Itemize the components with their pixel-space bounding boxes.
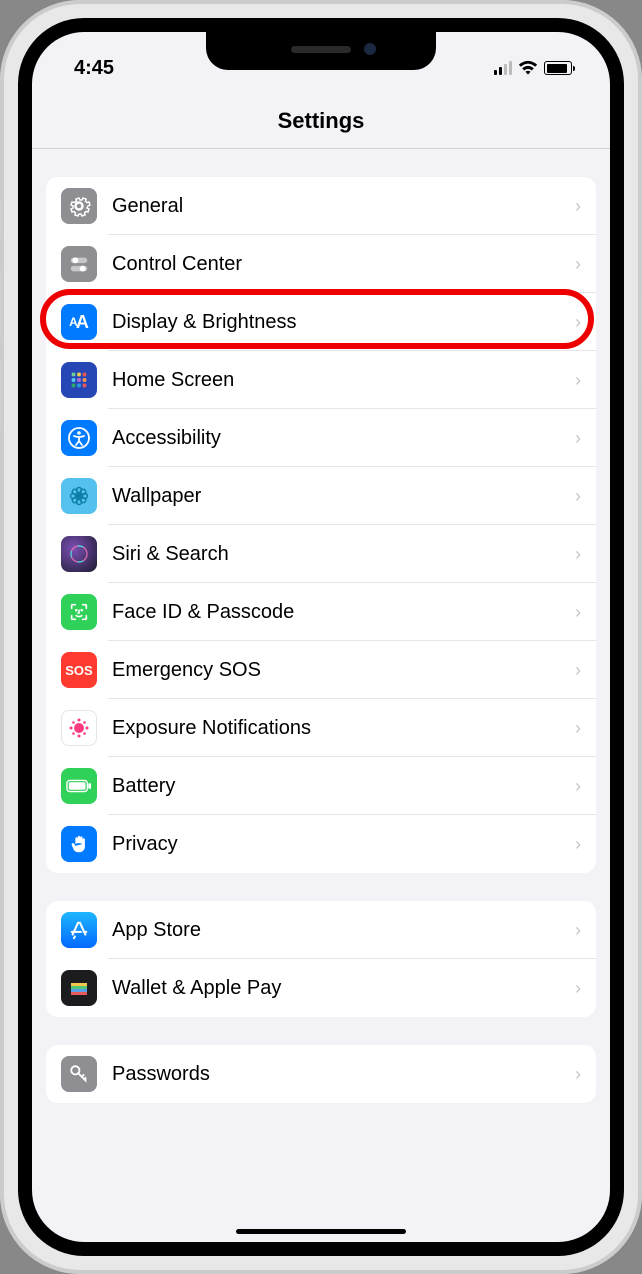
chevron-right-icon: › [575,776,581,797]
mute-switch [0,200,1,238]
row-wallpaper[interactable]: Wallpaper › [46,467,596,525]
row-passwords[interactable]: Passwords › [46,1045,596,1103]
chevron-right-icon: › [575,196,581,217]
siri-icon [61,536,97,572]
chevron-right-icon: › [575,544,581,565]
volume-down-button [0,360,1,430]
notch [206,32,436,70]
row-label: Battery [112,775,575,798]
page-title: Settings [32,88,610,149]
flower-icon [61,478,97,514]
battery-icon [61,768,97,804]
phone-frame: 4:45 Settings [0,0,642,1274]
screen: 4:45 Settings [32,32,610,1242]
chevron-right-icon: › [575,718,581,739]
row-control-center[interactable]: Control Center › [46,235,596,293]
chevron-right-icon: › [575,1064,581,1085]
textsize-icon: AA [61,304,97,340]
wifi-icon [518,60,538,76]
chevron-right-icon: › [575,428,581,449]
row-label: Face ID & Passcode [112,601,575,624]
row-general[interactable]: General › [46,177,596,235]
row-label: Passwords [112,1063,575,1086]
row-label: Emergency SOS [112,659,575,682]
chevron-right-icon: › [575,370,581,391]
chevron-right-icon: › [575,660,581,681]
row-battery[interactable]: Battery › [46,757,596,815]
row-label: Wallet & Apple Pay [112,977,575,1000]
row-siri-search[interactable]: Siri & Search › [46,525,596,583]
cellular-signal-icon [494,61,512,75]
chevron-right-icon: › [575,602,581,623]
row-display-brightness[interactable]: AA Display & Brightness › [46,293,596,351]
chevron-right-icon: › [575,254,581,275]
settings-group: General › Control Center › AA [46,177,596,873]
home-indicator[interactable] [236,1229,406,1234]
row-home-screen[interactable]: Home Screen › [46,351,596,409]
battery-icon [544,61,572,75]
row-label: Accessibility [112,427,575,450]
gear-icon [61,188,97,224]
row-exposure-notifications[interactable]: Exposure Notifications › [46,699,596,757]
row-label: General [112,195,575,218]
row-label: Siri & Search [112,543,575,566]
speaker [291,46,351,53]
key-icon [61,1056,97,1092]
row-emergency-sos[interactable]: SOS Emergency SOS › [46,641,596,699]
row-app-store[interactable]: App Store › [46,901,596,959]
hand-icon [61,826,97,862]
row-label: Wallpaper [112,485,575,508]
settings-list[interactable]: General › Control Center › AA [32,149,610,1239]
row-wallet-applepay[interactable]: Wallet & Apple Pay › [46,959,596,1017]
toggles-icon [61,246,97,282]
settings-group: Passwords › [46,1045,596,1103]
sos-icon: SOS [61,652,97,688]
row-faceid-passcode[interactable]: Face ID & Passcode › [46,583,596,641]
accessibility-icon [61,420,97,456]
row-privacy[interactable]: Privacy › [46,815,596,873]
chevron-right-icon: › [575,486,581,507]
faceid-icon [61,594,97,630]
row-label: App Store [112,919,575,942]
row-accessibility[interactable]: Accessibility › [46,409,596,467]
phone-bezel: 4:45 Settings [18,18,624,1256]
exposure-icon [61,710,97,746]
row-label: Exposure Notifications [112,717,575,740]
chevron-right-icon: › [575,834,581,855]
front-camera [364,43,376,55]
wallet-icon [61,970,97,1006]
grid-icon [61,362,97,398]
volume-up-button [0,270,1,340]
chevron-right-icon: › [575,920,581,941]
row-label: Home Screen [112,369,575,392]
chevron-right-icon: › [575,312,581,333]
chevron-right-icon: › [575,978,581,999]
appstore-icon [61,912,97,948]
row-label: Control Center [112,253,575,276]
settings-group: App Store › Wallet & Apple Pay › [46,901,596,1017]
row-label: Display & Brightness [112,311,575,334]
row-label: Privacy [112,833,575,856]
